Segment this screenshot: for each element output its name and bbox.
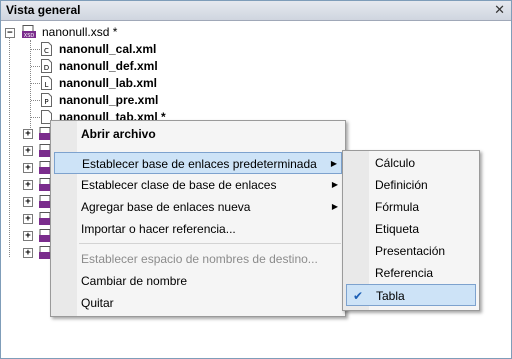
- expand-plus-icon[interactable]: +: [23, 231, 33, 241]
- svg-text:P: P: [44, 98, 48, 106]
- expand-plus-icon[interactable]: +: [23, 180, 33, 190]
- menu-item-set-linkbase-class[interactable]: Establecer clase de base de enlaces ▶: [54, 174, 342, 196]
- tree-item-lab[interactable]: nanonull_lab.xml: [59, 76, 157, 90]
- tree-connector: [9, 37, 10, 257]
- tree-connector: [31, 83, 40, 84]
- submenu-item-tabla[interactable]: ✔ Tabla: [346, 284, 476, 306]
- context-menu: Abrir archivo Establecer base de enlaces…: [50, 120, 346, 317]
- menu-item-remove[interactable]: Quitar: [54, 292, 342, 314]
- expand-plus-icon[interactable]: +: [23, 163, 33, 173]
- submenu-arrow-icon: ▶: [330, 159, 337, 168]
- xml-file-icon: L: [41, 76, 52, 90]
- xml-file-icon: P: [41, 93, 52, 107]
- submenu-item-definicion[interactable]: Definición: [346, 174, 476, 196]
- submenu-item-formula[interactable]: Fórmula: [346, 196, 476, 218]
- menu-item-set-target-namespace: Establecer espacio de nombres de destino…: [81, 252, 318, 266]
- xsd-file-icon: XSD: [22, 25, 36, 39]
- submenu-arrow-icon: ▶: [331, 180, 338, 189]
- xml-file-icon: C: [41, 42, 52, 56]
- submenu-item-calculo[interactable]: Cálculo: [346, 152, 476, 174]
- expand-plus-icon[interactable]: +: [23, 214, 33, 224]
- menu-item-rename[interactable]: Cambiar de nombre: [54, 270, 342, 292]
- svg-text:L: L: [45, 81, 49, 89]
- checkmark-icon: ✔: [353, 289, 364, 303]
- root-node-label[interactable]: nanonull.xsd *: [42, 25, 117, 39]
- tree-item-cal[interactable]: nanonull_cal.xml: [59, 42, 156, 56]
- svg-text:C: C: [44, 47, 49, 55]
- tree-connector: [31, 117, 40, 118]
- close-icon[interactable]: ✕: [494, 2, 505, 18]
- submenu-item-referencia[interactable]: Referencia: [346, 262, 476, 284]
- menu-item-import-reference[interactable]: Importar o hacer referencia...: [54, 218, 342, 240]
- linkbase-submenu: Cálculo Definición Fórmula Etiqueta Pres…: [342, 150, 480, 311]
- panel-titlebar: Vista general ✕: [1, 1, 511, 21]
- tree-item-def[interactable]: nanonull_def.xml: [59, 59, 158, 73]
- menu-item-set-default-linkbase[interactable]: Establecer base de enlaces predeterminad…: [54, 152, 342, 174]
- expand-plus-icon[interactable]: +: [23, 248, 33, 258]
- tree-item-pre[interactable]: nanonull_pre.xml: [59, 93, 158, 107]
- menu-item-add-new-linkbase[interactable]: Agregar base de enlaces nueva ▶: [54, 196, 342, 218]
- svg-text:XSD: XSD: [24, 33, 35, 39]
- tree-connector: [31, 66, 40, 67]
- svg-text:D: D: [44, 64, 49, 72]
- menu-item-open-file[interactable]: Abrir archivo: [54, 123, 342, 145]
- expand-plus-icon[interactable]: +: [23, 146, 33, 156]
- submenu-item-etiqueta[interactable]: Etiqueta: [346, 218, 476, 240]
- submenu-item-presentacion[interactable]: Presentación: [346, 240, 476, 262]
- tree-connector: [31, 49, 40, 50]
- expand-plus-icon[interactable]: +: [23, 197, 33, 207]
- expand-plus-icon[interactable]: +: [23, 129, 33, 139]
- menu-separator: [79, 243, 341, 244]
- xml-file-icon: D: [41, 59, 52, 73]
- panel-title: Vista general: [6, 3, 81, 17]
- submenu-arrow-icon: ▶: [331, 202, 338, 211]
- tree-connector: [31, 100, 40, 101]
- root-expander[interactable]: −: [5, 28, 15, 38]
